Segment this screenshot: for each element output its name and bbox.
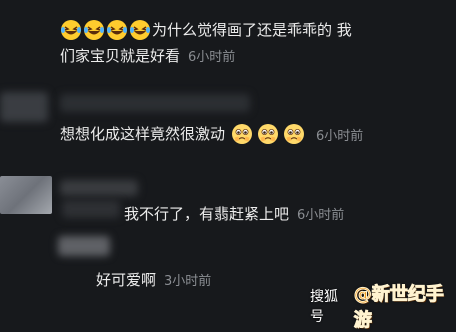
blurred-thumbnail — [0, 176, 52, 214]
comment-1-text-line1: 为什么觉得画了还是乖乖的 我 — [152, 21, 352, 39]
comment-4-time: 3小时前 — [164, 274, 212, 289]
laughing-tears-emoji-icon — [106, 19, 128, 41]
comment-2-time: 6小时前 — [316, 128, 364, 144]
laughing-tears-emoji-icon — [60, 19, 82, 41]
blurred-username — [60, 180, 138, 196]
blurred-avatar — [58, 236, 110, 256]
moved-face-emoji-icon — [283, 123, 305, 145]
moved-face-emoji-icon — [257, 123, 279, 145]
blurred-username — [62, 200, 120, 218]
laughing-tears-emoji-icon — [83, 19, 105, 41]
watermark-site: @新世纪手游 — [353, 284, 444, 332]
comment-3-time: 6小时前 — [297, 208, 345, 223]
watermark: 搜狐号 @新世纪手游 — [310, 280, 456, 332]
comment-1: 为什么觉得画了还是乖乖的 我 们家宝贝就是好看 6小时前 — [60, 18, 450, 68]
comment-3: 我不行了，有翡赶紧上吧 6小时前 — [124, 202, 344, 226]
comment-3-text: 我不行了，有翡赶紧上吧 — [124, 205, 290, 223]
watermark-source: 搜狐号 — [310, 289, 338, 325]
blurred-username — [60, 94, 250, 112]
blurred-avatar — [0, 92, 48, 122]
comment-2: 想想化成这样竟然很激动 6小时前 — [60, 122, 363, 146]
laughing-tears-emoji-icon — [129, 19, 151, 41]
comment-4: 好可爱啊 3小时前 — [96, 268, 211, 292]
comment-4-text: 好可爱啊 — [96, 271, 157, 289]
comment-1-text-line2: 们家宝贝就是好看 — [60, 47, 181, 65]
comment-2-text: 想想化成这样竟然很激动 — [60, 125, 226, 143]
comment-1-time: 6小时前 — [188, 50, 236, 65]
moved-face-emoji-icon — [231, 123, 253, 145]
